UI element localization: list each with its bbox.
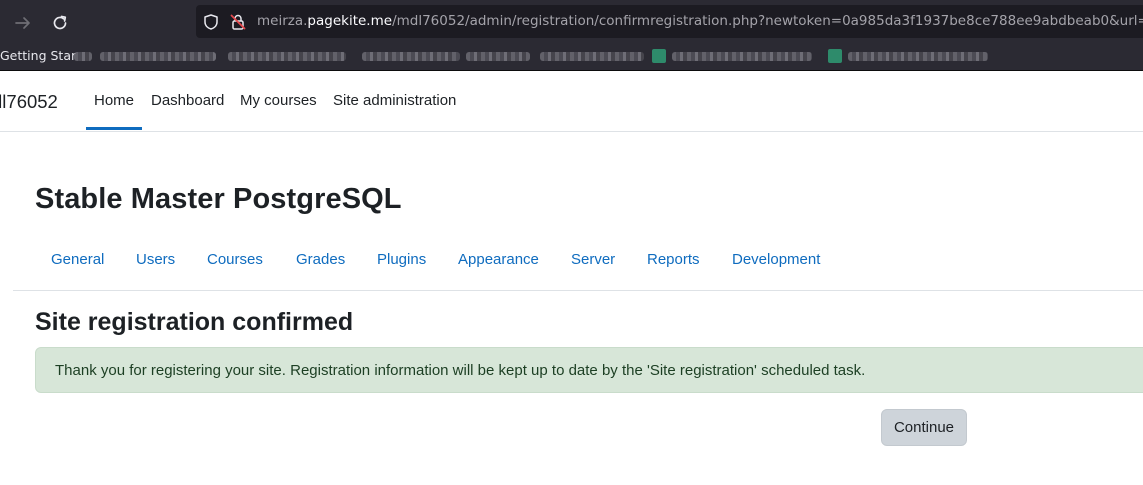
bookmark-favicon-icon bbox=[652, 49, 666, 63]
url-domain: pagekite.me bbox=[307, 13, 393, 29]
url-text[interactable]: meirza.pagekite.me/mdl76052/admin/regist… bbox=[257, 13, 1143, 29]
url-path: /mdl76052/admin/registration/confirmregi… bbox=[392, 13, 1143, 29]
bookmark-redacted[interactable] bbox=[362, 52, 460, 61]
bookmark-getting-started[interactable]: Getting Started bbox=[0, 48, 76, 63]
primary-navbar: dl76052 Home Dashboard My courses Site a… bbox=[0, 71, 1143, 132]
nav-item-my-courses[interactable]: My courses bbox=[240, 92, 317, 109]
tabs-divider bbox=[13, 290, 1143, 291]
tab-courses[interactable]: Courses bbox=[207, 251, 263, 268]
success-alert: Thank you for registering your site. Reg… bbox=[35, 347, 1143, 393]
insecure-lock-icon[interactable] bbox=[229, 13, 247, 31]
tab-appearance[interactable]: Appearance bbox=[458, 251, 539, 268]
arrow-right-icon bbox=[15, 17, 30, 29]
shield-icon[interactable] bbox=[202, 13, 220, 31]
site-name[interactable]: dl76052 bbox=[0, 91, 58, 113]
nav-item-dashboard[interactable]: Dashboard bbox=[151, 92, 224, 109]
bookmark-redacted[interactable] bbox=[848, 52, 988, 61]
bookmark-redacted[interactable] bbox=[672, 52, 812, 61]
tab-reports[interactable]: Reports bbox=[647, 251, 700, 268]
bookmark-favicon-icon bbox=[828, 49, 842, 63]
tab-development[interactable]: Development bbox=[732, 251, 820, 268]
bookmark-redacted[interactable] bbox=[540, 52, 644, 61]
bookmark-redacted[interactable] bbox=[466, 52, 530, 61]
continue-button[interactable]: Continue bbox=[881, 409, 967, 446]
nav-item-site-administration[interactable]: Site administration bbox=[333, 92, 456, 109]
reload-button[interactable] bbox=[45, 8, 75, 38]
tab-plugins[interactable]: Plugins bbox=[377, 251, 426, 268]
tab-general[interactable]: General bbox=[51, 251, 104, 268]
bookmark-redacted[interactable] bbox=[100, 52, 216, 61]
bookmark-redacted[interactable] bbox=[74, 52, 92, 61]
section-title: Site registration confirmed bbox=[35, 308, 354, 336]
address-bar[interactable]: meirza.pagekite.me/mdl76052/admin/regist… bbox=[196, 5, 1143, 38]
tab-users[interactable]: Users bbox=[136, 251, 175, 268]
forward-button[interactable] bbox=[8, 8, 38, 38]
tab-grades[interactable]: Grades bbox=[296, 251, 345, 268]
active-nav-indicator bbox=[86, 127, 142, 130]
tab-server[interactable]: Server bbox=[571, 251, 615, 268]
bookmarks-bar: Getting Started bbox=[0, 44, 1143, 68]
alert-message: Thank you for registering your site. Reg… bbox=[55, 362, 866, 379]
bookmark-redacted[interactable] bbox=[228, 52, 346, 61]
nav-item-home[interactable]: Home bbox=[94, 92, 134, 109]
reload-icon bbox=[53, 15, 67, 30]
page-title: Stable Master PostgreSQL bbox=[35, 183, 402, 215]
url-prefix: meirza. bbox=[257, 13, 308, 29]
browser-chrome: meirza.pagekite.me/mdl76052/admin/regist… bbox=[0, 0, 1143, 71]
